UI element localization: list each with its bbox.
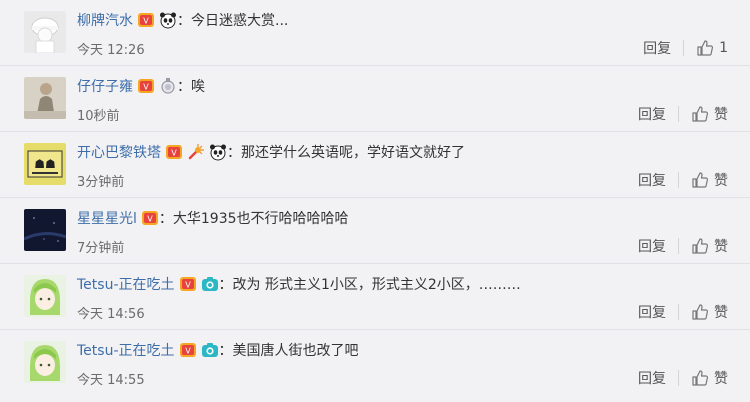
svg-text:☗☗: ☗☗	[34, 157, 56, 171]
comment-list: 柳牌汽水 V ：今日迷惑大赏... 今天 12:26 回复 1 仔仔子雍 V ：…	[0, 0, 750, 402]
like-label: 赞	[714, 305, 728, 321]
vip-badge-icon: V	[141, 209, 159, 227]
like-label: 赞	[714, 239, 728, 255]
comment-item: 柳牌汽水 V ：今日迷惑大赏... 今天 12:26 回复 1	[0, 0, 750, 66]
like-label: 赞	[714, 371, 728, 387]
comment-actions: 回复 赞	[638, 236, 728, 256]
reply-button[interactable]: 回复	[638, 170, 666, 190]
vip-badge-icon: V	[165, 143, 183, 161]
thumbs-up-icon	[692, 304, 709, 320]
username-link[interactable]: 仔仔子雍	[77, 76, 133, 96]
timestamp: 今天 12:26	[77, 43, 145, 58]
medal-icon	[159, 77, 177, 95]
divider	[678, 172, 679, 188]
timestamp: 10秒前	[77, 109, 120, 124]
username-link[interactable]: Tetsu-正在吃土	[77, 274, 175, 294]
comment-text: ：大华1935也不行哈哈哈哈哈	[158, 211, 349, 227]
like-label: 赞	[714, 173, 728, 189]
like-button[interactable]: 赞	[691, 104, 728, 124]
divider	[678, 106, 679, 122]
avatar[interactable]	[24, 77, 66, 119]
thumbs-up-icon	[692, 370, 709, 386]
comment-actions: 回复 赞	[638, 104, 728, 124]
comment-item: ☗☗ 开心巴黎铁塔 V ：那还学什么英语呢，学好语文就好了 3分钟前 回复 赞	[0, 132, 750, 198]
svg-text:V: V	[143, 83, 149, 92]
comment-actions: 回复 赞	[638, 302, 728, 322]
username-link[interactable]: 开心巴黎铁塔	[77, 142, 161, 162]
reply-button[interactable]: 回复	[638, 302, 666, 322]
firework-icon	[187, 143, 205, 161]
comment-header: Tetsu-正在吃土 V ：美国唐人街也改了吧	[77, 339, 359, 361]
timestamp: 3分钟前	[77, 175, 125, 190]
comment-actions: 回复 赞	[638, 368, 728, 388]
username-link[interactable]: Tetsu-正在吃土	[77, 340, 175, 360]
comment-header: 仔仔子雍 V ：唉	[77, 75, 205, 97]
like-button[interactable]: 赞	[691, 236, 728, 256]
comment-text: ：唉	[177, 79, 205, 95]
vip-badge-icon: V	[179, 341, 197, 359]
comment-item: 星星星光l V ：大华1935也不行哈哈哈哈哈 7分钟前 回复 赞	[0, 198, 750, 264]
comment-header: 开心巴黎铁塔 V ：那还学什么英语呢，学好语文就好了	[77, 141, 465, 163]
svg-text:V: V	[185, 347, 191, 356]
divider	[678, 238, 679, 254]
username-link[interactable]: 星星星光l	[77, 208, 137, 228]
comment-text: ：今日迷惑大赏...	[177, 13, 289, 29]
svg-text:V: V	[171, 149, 177, 158]
vip-badge-icon: V	[179, 275, 197, 293]
comment-text: ：那还学什么英语呢，学好语文就好了	[227, 145, 465, 161]
like-button[interactable]: 赞	[691, 170, 728, 190]
camera-icon	[201, 275, 219, 293]
comment-item: 仔仔子雍 V ：唉 10秒前 回复 赞	[0, 66, 750, 132]
reply-button[interactable]: 回复	[638, 368, 666, 388]
divider	[678, 304, 679, 320]
svg-text:V: V	[143, 17, 149, 26]
username-link[interactable]: 柳牌汽水	[77, 10, 133, 30]
timestamp: 今天 14:55	[77, 373, 145, 388]
avatar[interactable]: ☗☗	[24, 143, 66, 185]
like-button[interactable]: 1	[696, 39, 728, 57]
comment-header: 星星星光l V ：大华1935也不行哈哈哈哈哈	[77, 207, 349, 229]
avatar[interactable]	[24, 341, 66, 383]
comment-text: ：美国唐人街也改了吧	[218, 343, 359, 359]
like-button[interactable]: 赞	[691, 302, 728, 322]
thumbs-up-icon	[697, 40, 714, 56]
avatar[interactable]	[24, 209, 66, 251]
avatar[interactable]	[24, 275, 66, 317]
comment-text: ：改为 形式主义1小区，形式主义2小区，………	[218, 277, 521, 293]
comment-item: Tetsu-正在吃土 V ：改为 形式主义1小区，形式主义2小区，……… 今天 …	[0, 264, 750, 330]
comment-actions: 回复 赞	[638, 170, 728, 190]
reply-button[interactable]: 回复	[638, 236, 666, 256]
svg-text:V: V	[147, 215, 153, 224]
thumbs-up-icon	[692, 106, 709, 122]
like-button[interactable]: 赞	[691, 368, 728, 388]
comment-header: Tetsu-正在吃土 V ：改为 形式主义1小区，形式主义2小区，………	[77, 273, 521, 295]
like-label: 赞	[714, 107, 728, 123]
vip-badge-icon: V	[137, 77, 155, 95]
thumbs-up-icon	[692, 238, 709, 254]
timestamp: 今天 14:56	[77, 307, 145, 322]
comment-header: 柳牌汽水 V ：今日迷惑大赏...	[77, 9, 288, 31]
reply-button[interactable]: 回复	[638, 104, 666, 124]
timestamp: 7分钟前	[77, 241, 125, 256]
panda-icon	[159, 11, 177, 29]
svg-text:V: V	[185, 281, 191, 290]
like-count: 1	[719, 40, 728, 56]
camera-icon	[201, 341, 219, 359]
reply-button[interactable]: 回复	[643, 38, 671, 58]
vip-badge-icon: V	[137, 11, 155, 29]
avatar[interactable]	[24, 11, 66, 53]
comment-actions: 回复 1	[643, 38, 728, 58]
thumbs-up-icon	[692, 172, 709, 188]
panda-icon	[209, 143, 227, 161]
comment-item: Tetsu-正在吃土 V ：美国唐人街也改了吧 今天 14:55 回复 赞	[0, 330, 750, 396]
divider	[683, 40, 685, 56]
divider	[678, 370, 679, 386]
